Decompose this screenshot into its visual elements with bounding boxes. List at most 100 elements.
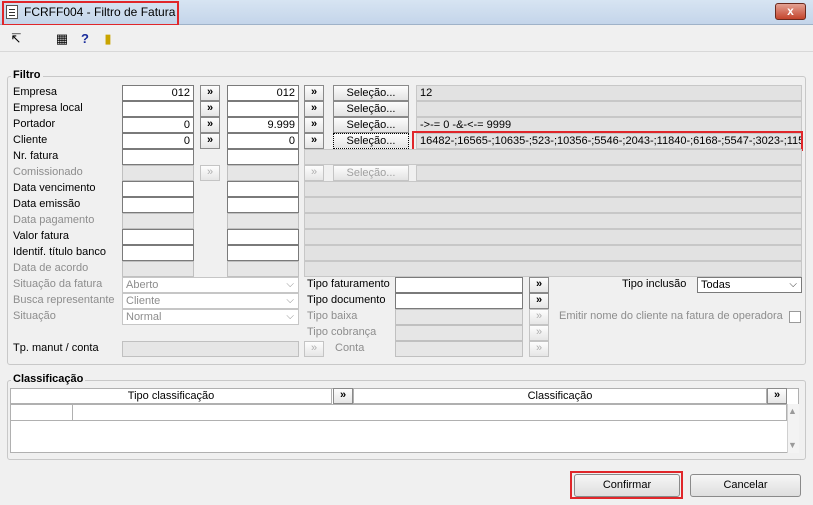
nr-fatura-label: Nr. fatura: [13, 150, 59, 162]
col-tipo-classificacao[interactable]: Tipo classificação: [10, 388, 332, 404]
help-icon[interactable]: ?: [78, 32, 92, 46]
classificacao-arrow-button[interactable]: »: [767, 388, 787, 404]
portador-selecao-button[interactable]: Seleção...: [333, 117, 409, 133]
tipo-inclusao-label: Tipo inclusão: [622, 278, 687, 290]
cliente-selecao-button[interactable]: Seleção...: [333, 133, 409, 149]
data-vencimento-from-input[interactable]: [122, 181, 194, 197]
tipo-inclusao-value: Todas: [701, 279, 731, 291]
tp-manut-arrow-button: »: [304, 341, 324, 357]
empresa-local-to-input[interactable]: [227, 101, 299, 117]
empresa-local-from-arrow-button[interactable]: »: [200, 101, 220, 117]
data-pagamento-to-input: [227, 213, 299, 229]
comissionado-to-arrow-button: »: [304, 165, 324, 181]
toolbar: [0, 25, 813, 52]
portador-to-input[interactable]: 9.999: [227, 117, 299, 133]
cancelar-button[interactable]: Cancelar: [690, 474, 801, 497]
nr-fatura-from-input[interactable]: [122, 149, 194, 165]
grid-row-cell[interactable]: [73, 404, 787, 421]
empresa-local-display: [416, 101, 802, 117]
cliente-display-highlight: [412, 131, 803, 151]
tipo-faturamento-input[interactable]: [395, 277, 523, 293]
empresa-local-selecao-button[interactable]: Seleção...: [333, 101, 409, 117]
chevron-down-icon: ⌵: [286, 295, 294, 306]
data-pagamento-from-input: [122, 213, 194, 229]
situacao-fatura-value: Aberto: [126, 279, 159, 291]
empresa-display: 12: [416, 85, 802, 101]
cliente-from-input[interactable]: 0: [122, 133, 194, 149]
scroll-down-icon[interactable]: ▼: [788, 440, 797, 450]
valor-fatura-label: Valor fatura: [13, 230, 70, 242]
confirmar-highlight: [570, 471, 683, 499]
portador-from-input[interactable]: 0: [122, 117, 194, 133]
empresa-local-label: Empresa local: [13, 102, 83, 114]
data-acordo-to-input: [227, 261, 299, 277]
comissionado-selecao-button: Seleção...: [333, 165, 409, 181]
grid-row-selector[interactable]: [10, 404, 73, 421]
tipo-documento-label: Tipo documento: [307, 294, 386, 306]
grid-icon[interactable]: ▦: [55, 32, 69, 46]
nr-fatura-display: [304, 149, 802, 165]
busca-representante-value: Cliente: [126, 295, 161, 307]
classificacao-title: Classificação: [11, 373, 86, 385]
door-exit-icon[interactable]: ▮: [101, 32, 115, 46]
empresa-local-to-arrow-button[interactable]: »: [304, 101, 324, 117]
comissionado-from-arrow-button: »: [200, 165, 220, 181]
cliente-to-input[interactable]: 0: [227, 133, 299, 149]
data-acordo-from-input: [122, 261, 194, 277]
filtro-title: Filtro: [11, 69, 43, 81]
tipo-baixa-label: Tipo baixa: [307, 310, 358, 322]
portador-to-arrow-button[interactable]: »: [304, 117, 324, 133]
situacao-fatura-label: Situação da fatura: [13, 278, 103, 290]
tipo-faturamento-arrow-button[interactable]: »: [529, 277, 549, 293]
portador-from-arrow-button[interactable]: »: [200, 117, 220, 133]
nr-fatura-to-input[interactable]: [227, 149, 299, 165]
tipo-baixa-arrow-button: »: [529, 309, 549, 325]
cliente-to-arrow-button[interactable]: »: [304, 133, 324, 149]
close-button[interactable]: x: [775, 3, 806, 20]
cliente-from-arrow-button[interactable]: »: [200, 133, 220, 149]
comissionado-display: [416, 165, 802, 181]
comissionado-to-input: [227, 165, 299, 181]
emitir-nome-label: Emitir nome do cliente na fatura de oper…: [559, 310, 783, 322]
exit-arrow-icon[interactable]: ↸: [9, 32, 23, 46]
empresa-selecao-button[interactable]: Seleção...: [333, 85, 409, 101]
situacao-fatura-select: Aberto ⌵: [122, 277, 299, 293]
identif-titulo-from-input[interactable]: [122, 245, 194, 261]
col-classificacao[interactable]: Classificação: [353, 388, 767, 404]
identif-titulo-label: Identif. título banco: [13, 246, 106, 258]
conta-arrow-button: »: [529, 341, 549, 357]
chevron-down-icon: ⌵: [286, 311, 294, 322]
data-vencimento-to-input[interactable]: [227, 181, 299, 197]
data-acordo-display: [304, 261, 802, 277]
tipo-faturamento-label: Tipo faturamento: [307, 278, 390, 290]
busca-representante-label: Busca representante: [13, 294, 115, 306]
tipo-documento-arrow-button[interactable]: »: [529, 293, 549, 309]
tipo-cobranca-arrow-button: »: [529, 325, 549, 341]
identif-titulo-display: [304, 245, 802, 261]
data-vencimento-display: [304, 181, 802, 197]
valor-fatura-from-input[interactable]: [122, 229, 194, 245]
data-emissao-to-input[interactable]: [227, 197, 299, 213]
empresa-local-from-input[interactable]: [122, 101, 194, 117]
tipo-documento-input[interactable]: [395, 293, 523, 309]
conta-label: Conta: [335, 342, 365, 354]
situacao-label: Situação: [13, 310, 56, 322]
data-emissao-from-input[interactable]: [122, 197, 194, 213]
identif-titulo-to-input[interactable]: [227, 245, 299, 261]
tp-manut-label: Tp. manut / conta: [13, 342, 99, 354]
data-pagamento-display: [304, 213, 802, 229]
tipo-classificacao-arrow-button[interactable]: »: [333, 388, 353, 404]
empresa-from-arrow-button[interactable]: »: [200, 85, 220, 101]
valor-fatura-to-input[interactable]: [227, 229, 299, 245]
tipo-inclusao-select[interactable]: Todas ⌵: [697, 277, 802, 293]
data-acordo-label: Data de acordo: [13, 262, 89, 274]
tipo-baixa-input: [395, 309, 523, 325]
emitir-nome-checkbox[interactable]: [789, 311, 801, 323]
situacao-value: Normal: [126, 311, 162, 323]
data-emissao-label: Data emissão: [13, 198, 81, 210]
empresa-to-arrow-button[interactable]: »: [304, 85, 324, 101]
empresa-to-input[interactable]: 012: [227, 85, 299, 101]
situacao-select: Normal ⌵: [122, 309, 299, 325]
empresa-from-input[interactable]: 012: [122, 85, 194, 101]
scroll-up-icon[interactable]: ▲: [788, 406, 797, 416]
